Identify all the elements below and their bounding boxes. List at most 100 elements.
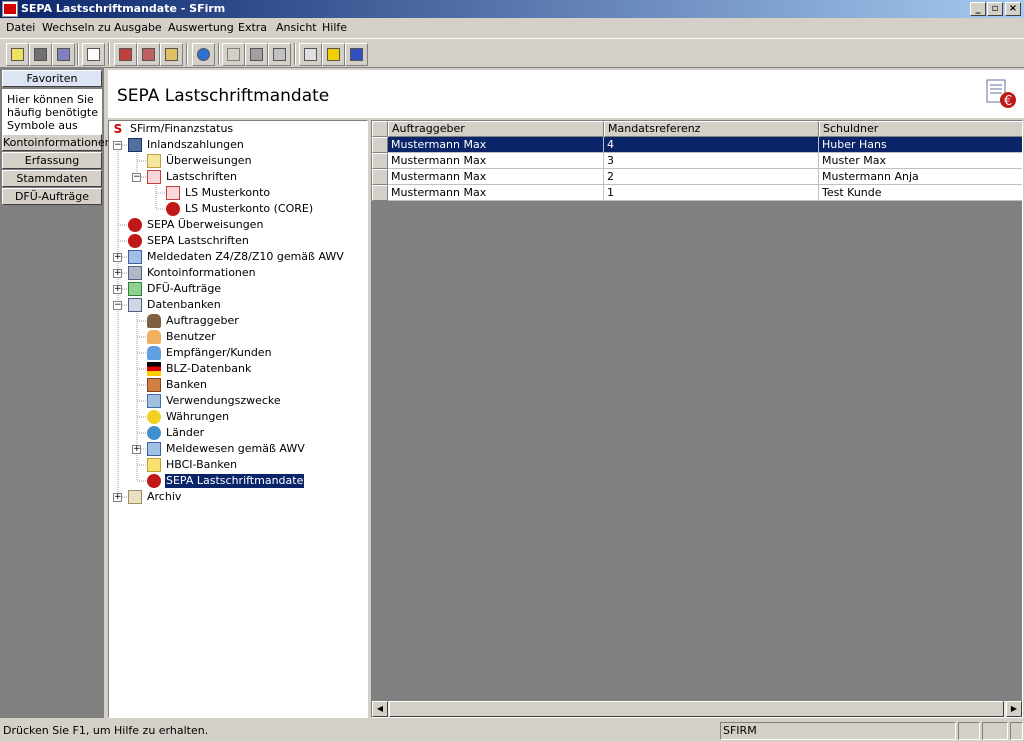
- menu-auswertung[interactable]: Auswertung: [168, 21, 234, 34]
- properties-icon[interactable]: [160, 43, 183, 66]
- favorites-help-text: Hier können Sie häufig benötigte Symbole…: [2, 89, 102, 134]
- internet-explorer-icon[interactable]: [192, 43, 215, 66]
- toolbar-separator: [294, 43, 296, 65]
- new-document-icon[interactable]: [82, 43, 105, 66]
- form-icon[interactable]: [6, 43, 29, 66]
- expand-icon[interactable]: +: [113, 253, 122, 262]
- cell-schuldner[interactable]: Huber Hans: [819, 137, 1022, 153]
- delete-icon[interactable]: [137, 43, 160, 66]
- expand-icon[interactable]: +: [132, 445, 141, 454]
- cell-auftraggeber[interactable]: Mustermann Max: [388, 153, 604, 169]
- menu-datei[interactable]: Datei: [6, 21, 35, 34]
- navigation-tree[interactable]: S SFirm/Finanzstatus − Inlandszahlungen Ü…: [108, 120, 368, 718]
- purpose-icon: [147, 394, 161, 408]
- app-window: SEPA Lastschriftmandate - SFirm _ ▫ × Da…: [0, 0, 1024, 742]
- menu-ansicht[interactable]: Ansicht: [276, 21, 317, 34]
- expand-icon[interactable]: +: [113, 269, 122, 278]
- databases-icon: [128, 298, 142, 312]
- cell-auftraggeber[interactable]: Mustermann Max: [388, 137, 604, 153]
- expand-icon[interactable]: +: [113, 493, 122, 502]
- close-button[interactable]: ×: [1005, 2, 1021, 16]
- maximize-button[interactable]: ▫: [987, 2, 1003, 16]
- transfer-form-icon: [147, 154, 161, 168]
- table-row[interactable]: Mustermann Max 2 Mustermann Anja: [372, 169, 1022, 185]
- title-bar[interactable]: SEPA Lastschriftmandate - SFirm _ ▫ ×: [0, 0, 1024, 18]
- toolbar-separator: [77, 43, 79, 65]
- back-icon[interactable]: [29, 43, 52, 66]
- copy-icon[interactable]: [245, 43, 268, 66]
- hbci-icon: [147, 458, 161, 472]
- menu-hilfe[interactable]: Hilfe: [322, 21, 347, 34]
- table-row[interactable]: Mustermann Max 3 Muster Max: [372, 153, 1022, 169]
- customers-icon: [147, 346, 161, 360]
- nav-erfassung-button[interactable]: Erfassung: [2, 152, 102, 169]
- menu-extra[interactable]: Extra: [238, 21, 267, 34]
- sparkasse-s-icon: S: [113, 122, 123, 136]
- scrollbar-thumb[interactable]: [389, 701, 1004, 717]
- print-icon[interactable]: [299, 43, 322, 66]
- column-header-schuldner[interactable]: Schuldner: [819, 121, 1022, 137]
- sepa-mandate-icon: €: [986, 79, 1016, 109]
- sepa-euro-icon: [128, 218, 142, 232]
- account-info-icon: [128, 266, 142, 280]
- nav-favoriten-button[interactable]: Favoriten: [2, 70, 102, 87]
- row-selector[interactable]: [372, 153, 388, 169]
- cell-auftraggeber[interactable]: Mustermann Max: [388, 185, 604, 201]
- mandate-table: Auftraggeber Mandatsreferenz Schuldner M…: [371, 120, 1023, 718]
- table-row[interactable]: Mustermann Max 1 Test Kunde: [372, 185, 1022, 201]
- toolbar-separator: [186, 43, 188, 65]
- row-selector[interactable]: [372, 137, 388, 153]
- save-icon[interactable]: [52, 43, 75, 66]
- toolbar-separator: [218, 43, 220, 65]
- cell-mandatsreferenz[interactable]: 1: [604, 185, 819, 201]
- direct-debit-form-icon: [147, 170, 161, 184]
- user-icon: [147, 330, 161, 344]
- report-data-icon: [147, 442, 161, 456]
- archive-icon: [128, 490, 142, 504]
- cell-mandatsreferenz[interactable]: 3: [604, 153, 819, 169]
- cell-auftraggeber[interactable]: Mustermann Max: [388, 169, 604, 185]
- cell-schuldner[interactable]: Muster Max: [819, 153, 1022, 169]
- paste-icon[interactable]: [268, 43, 291, 66]
- sepa-euro-icon: [128, 234, 142, 248]
- help-icon[interactable]: [322, 43, 345, 66]
- cell-mandatsreferenz[interactable]: 2: [604, 169, 819, 185]
- menu-wechseln-zu[interactable]: Wechseln zu: [42, 21, 111, 34]
- minimize-button[interactable]: _: [970, 2, 986, 16]
- remote-orders-icon: [128, 282, 142, 296]
- collapse-icon[interactable]: −: [132, 173, 141, 182]
- collapse-icon[interactable]: −: [113, 141, 122, 150]
- status-help-text: Drücken Sie F1, um Hilfe zu erhalten.: [3, 724, 209, 737]
- status-app-name: SFIRM: [720, 722, 956, 740]
- page-title: SEPA Lastschriftmandate: [117, 86, 330, 106]
- toolbar: [0, 38, 1024, 68]
- expand-icon[interactable]: +: [113, 285, 122, 294]
- nav-stammdaten-button[interactable]: Stammdaten: [2, 170, 102, 187]
- column-header-auftraggeber[interactable]: Auftraggeber: [388, 121, 604, 137]
- scroll-left-icon[interactable]: ◀: [372, 701, 388, 717]
- row-selector[interactable]: [372, 185, 388, 201]
- column-header-mandatsreferenz[interactable]: Mandatsreferenz: [604, 121, 819, 137]
- nav-dfu-auftraege-button[interactable]: DFÜ-Aufträge: [2, 188, 102, 205]
- add-icon[interactable]: [114, 43, 137, 66]
- context-help-icon[interactable]: [345, 43, 368, 66]
- menu-ausgabe[interactable]: Ausgabe: [114, 21, 162, 34]
- menu-bar: Datei Wechseln zu Ausgabe Auswertung Ext…: [0, 18, 1024, 38]
- row-selector[interactable]: [372, 169, 388, 185]
- nav-kontoinformationen-button[interactable]: Kontoinformationen: [2, 134, 112, 151]
- collapse-icon[interactable]: −: [113, 301, 122, 310]
- scroll-right-icon[interactable]: ▶: [1006, 701, 1022, 717]
- table-row[interactable]: Mustermann Max 4 Huber Hans: [372, 137, 1022, 153]
- german-flag-icon: [147, 362, 161, 376]
- window-title: SEPA Lastschriftmandate - SFirm: [21, 2, 226, 15]
- status-bar: Drücken Sie F1, um Hilfe zu erhalten. SF…: [0, 720, 1024, 742]
- horizontal-scrollbar[interactable]: ◀ ▶: [372, 701, 1022, 717]
- sfirm-app-icon[interactable]: [2, 1, 18, 17]
- resize-grip[interactable]: [1010, 722, 1023, 740]
- cell-mandatsreferenz[interactable]: 4: [604, 137, 819, 153]
- report-data-icon: [128, 250, 142, 264]
- cut-icon[interactable]: [222, 43, 245, 66]
- cell-schuldner[interactable]: Test Kunde: [819, 185, 1022, 201]
- svg-text:€: €: [1004, 94, 1012, 109]
- cell-schuldner[interactable]: Mustermann Anja: [819, 169, 1022, 185]
